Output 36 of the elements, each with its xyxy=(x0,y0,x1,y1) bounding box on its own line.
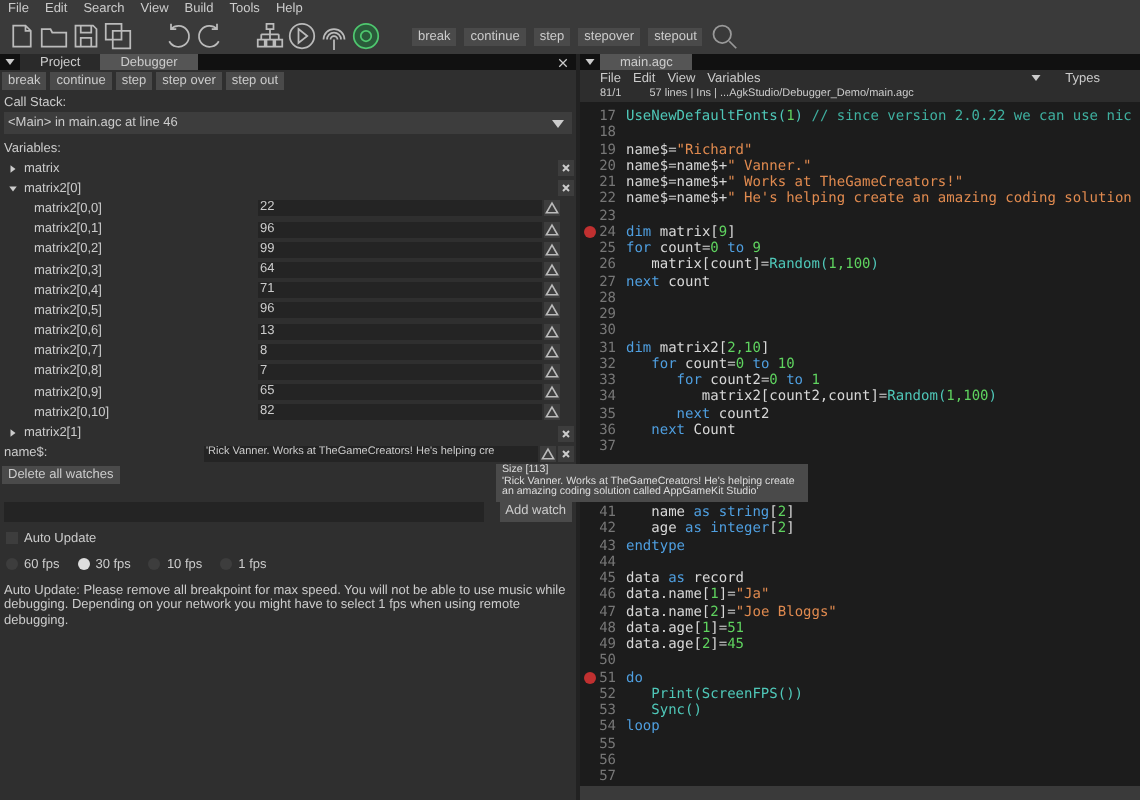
redo-icon[interactable] xyxy=(196,22,224,50)
triangle-icon[interactable] xyxy=(544,221,560,238)
collapsed-arrow-icon[interactable] xyxy=(8,428,18,439)
breakpoint-marker[interactable] xyxy=(584,225,596,238)
horizontal-scrollbar[interactable] xyxy=(580,786,1140,800)
breakpoint-marker[interactable] xyxy=(584,671,596,683)
remove-button[interactable] xyxy=(558,180,574,197)
triangle-icon[interactable] xyxy=(544,262,560,279)
triangle-icon[interactable] xyxy=(544,363,560,380)
collapsed-arrow-icon[interactable] xyxy=(8,163,18,174)
save-all-icon[interactable] xyxy=(104,22,132,50)
triangle-icon[interactable] xyxy=(544,282,560,299)
triangle-icon[interactable] xyxy=(540,445,556,462)
folder-icon[interactable] xyxy=(40,22,68,50)
remove-button[interactable] xyxy=(558,445,574,462)
broadcast-icon[interactable] xyxy=(320,22,348,50)
close-icon[interactable] xyxy=(558,57,568,67)
triangle-icon[interactable] xyxy=(544,323,560,340)
expanded-arrow-icon[interactable] xyxy=(8,183,18,194)
triangle-icon[interactable] xyxy=(544,302,560,319)
new-file-icon[interactable] xyxy=(8,22,36,50)
remove-button[interactable] xyxy=(558,425,574,442)
triangle-icon[interactable] xyxy=(544,404,560,421)
hierarchy-icon[interactable] xyxy=(256,22,284,50)
remove-button[interactable] xyxy=(558,160,574,177)
play-icon[interactable] xyxy=(288,22,316,50)
dropdown-icon[interactable] xyxy=(550,115,566,131)
triangle-icon[interactable] xyxy=(544,241,560,258)
search-icon[interactable] xyxy=(710,22,739,50)
save-icon[interactable] xyxy=(72,22,100,50)
triangle-icon[interactable] xyxy=(544,343,560,360)
debug-icon[interactable] xyxy=(352,22,380,50)
triangle-icon[interactable] xyxy=(544,384,560,401)
triangle-icon[interactable] xyxy=(544,200,560,217)
radio-button[interactable] xyxy=(77,558,90,571)
undo-icon[interactable] xyxy=(164,22,192,50)
